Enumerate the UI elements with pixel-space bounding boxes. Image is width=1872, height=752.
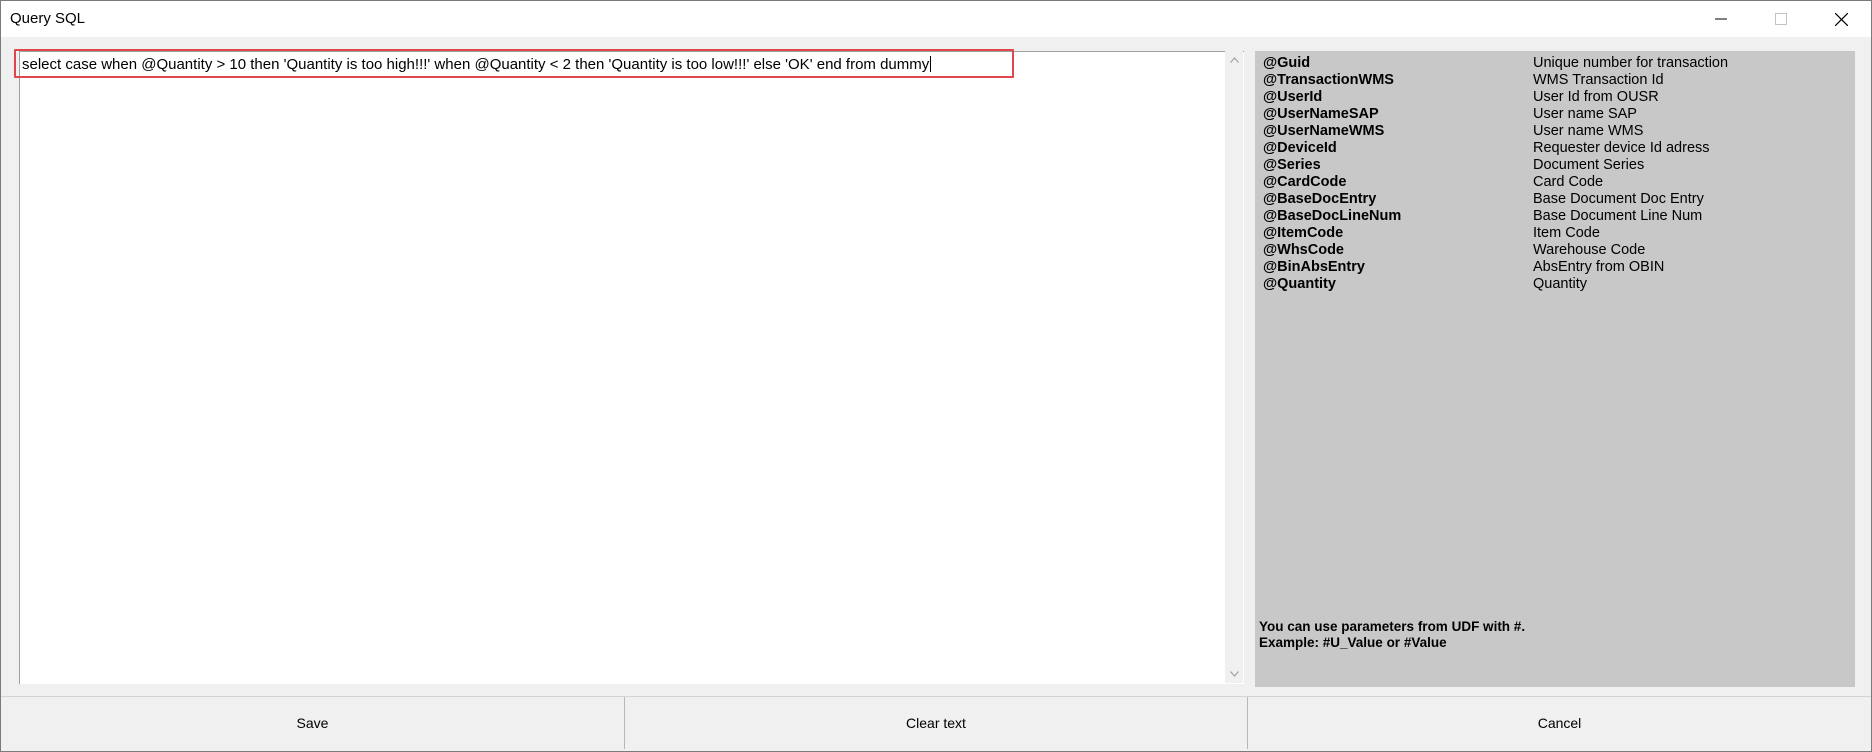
minimize-button[interactable]: [1691, 1, 1751, 37]
parameter-description: User Id from OUSR: [1533, 89, 1659, 105]
minimize-icon: [1715, 18, 1727, 20]
parameter-description: Base Document Doc Entry: [1533, 191, 1704, 207]
parameter-description: Unique number for transaction: [1533, 55, 1729, 71]
parameter-name: @Quantity: [1263, 276, 1336, 292]
parameters-panel: @Guid Unique number for transaction @Tra…: [1255, 51, 1855, 687]
parameter-description: AbsEntry from OBIN: [1533, 259, 1665, 275]
window-title: Query SQL: [10, 10, 86, 27]
parameter-name: @BinAbsEntry: [1263, 259, 1365, 275]
parameter-name: @UserNameSAP: [1263, 106, 1379, 122]
parameter-name: @WhsCode: [1263, 242, 1344, 258]
parameter-name: @UserNameWMS: [1263, 123, 1385, 139]
parameter-name: @ItemCode: [1263, 225, 1344, 241]
maximize-button[interactable]: [1751, 1, 1811, 37]
parameter-name: @BaseDocLineNum: [1263, 208, 1402, 224]
chevron-up-icon: [1229, 57, 1239, 63]
parameter-name: @Series: [1263, 157, 1321, 173]
close-icon: [1834, 12, 1848, 26]
parameter-name: @TransactionWMS: [1263, 72, 1394, 88]
scroll-down-button[interactable]: [1225, 665, 1243, 683]
parameter-description: Document Series: [1533, 157, 1645, 173]
scroll-up-button[interactable]: [1225, 51, 1243, 69]
editor-scrollbar[interactable]: [1225, 51, 1243, 683]
parameter-name: @BaseDocEntry: [1263, 191, 1377, 207]
cancel-button[interactable]: Cancel: [1248, 697, 1871, 749]
query-sql-window: Query SQL select case when @Quantity > 1…: [0, 0, 1872, 752]
parameter-description: User name WMS: [1533, 123, 1644, 139]
title-bar: Query SQL: [1, 1, 1871, 37]
button-bar: Save Clear text Cancel: [1, 696, 1871, 749]
parameter-name: @DeviceId: [1263, 140, 1337, 156]
parameter-description: Requester device Id adress: [1533, 140, 1710, 156]
parameter-description: Card Code: [1533, 174, 1604, 190]
parameter-description: Base Document Line Num: [1533, 208, 1703, 224]
parameter-description: User name SAP: [1533, 106, 1637, 122]
text-caret: [930, 56, 932, 72]
parameter-description: WMS Transaction Id: [1533, 72, 1664, 88]
close-button[interactable]: [1811, 1, 1871, 37]
parameter-name: @Guid: [1263, 55, 1311, 71]
clear-text-button[interactable]: Clear text: [625, 697, 1248, 749]
query-text: select case when @Quantity > 10 then 'Qu…: [22, 56, 932, 73]
parameter-description: Item Code: [1533, 225, 1600, 241]
query-editor[interactable]: select case when @Quantity > 10 then 'Qu…: [14, 49, 1244, 684]
udf-help-note: You can use parameters from UDF with #. …: [1259, 619, 1525, 651]
udf-example-line: Example: #U_Value or #Value: [1259, 635, 1447, 650]
save-button[interactable]: Save: [1, 697, 625, 749]
parameter-description: Quantity: [1533, 276, 1587, 292]
parameter-name: @CardCode: [1263, 174, 1347, 190]
parameter-description: Warehouse Code: [1533, 242, 1646, 258]
udf-help-line: You can use parameters from UDF with #.: [1259, 619, 1526, 634]
parameter-name: @UserId: [1263, 89, 1323, 105]
query-text-value: select case when @Quantity > 10 then 'Qu…: [22, 56, 930, 73]
maximize-icon: [1775, 13, 1787, 25]
chevron-down-icon: [1229, 671, 1239, 677]
